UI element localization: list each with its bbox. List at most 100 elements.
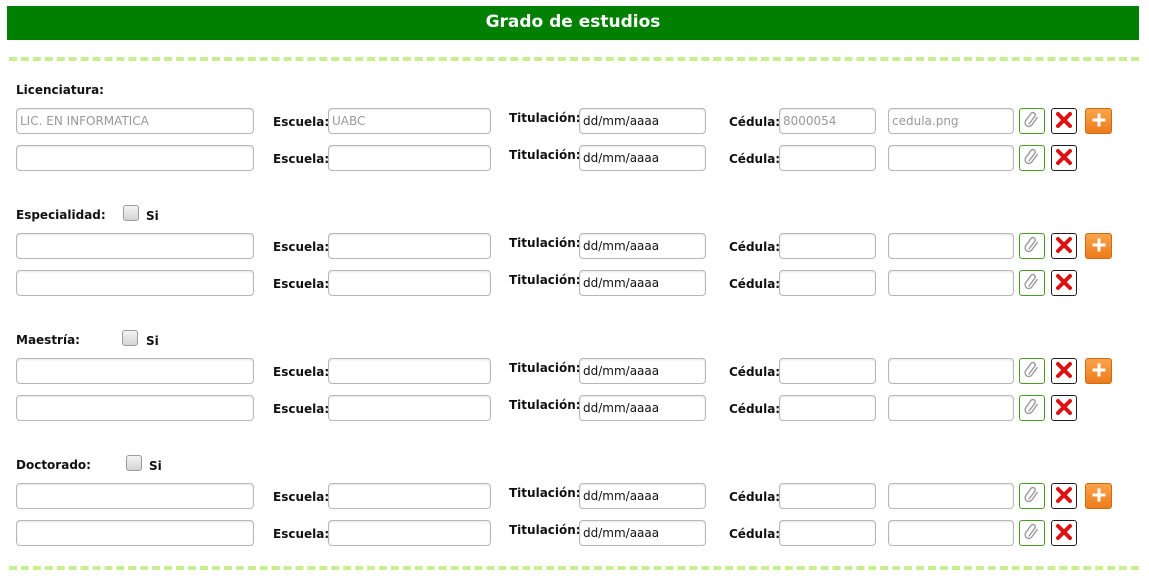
license-file-input[interactable]: cedula.png <box>888 108 1014 134</box>
graduation-date-input[interactable]: dd/mm/aaaa <box>579 233 706 259</box>
close-icon <box>1054 272 1074 295</box>
section-checkbox[interactable] <box>122 330 138 346</box>
license-file-input[interactable] <box>888 233 1014 259</box>
graduation-date-input[interactable]: dd/mm/aaaa <box>579 108 706 134</box>
degree-row: Escuela: Titulación: dd/mm/aaaa Cédula: <box>0 270 1149 300</box>
delete-button[interactable] <box>1051 395 1077 421</box>
school-input[interactable] <box>328 483 491 509</box>
license-number-input[interactable] <box>779 270 876 296</box>
license-number-input[interactable] <box>779 520 876 546</box>
paperclip-icon <box>1022 110 1042 133</box>
attach-button[interactable] <box>1019 395 1045 421</box>
section-checkbox[interactable] <box>123 205 139 221</box>
delete-button[interactable] <box>1051 483 1077 509</box>
close-icon <box>1054 397 1074 420</box>
degree-name-input[interactable]: LIC. EN INFORMATICA <box>16 108 254 134</box>
license-number-input[interactable] <box>779 395 876 421</box>
section-checkbox[interactable] <box>126 455 142 471</box>
plus-icon <box>1091 112 1107 131</box>
license-label: Cédula: <box>729 277 781 291</box>
degree-row: Escuela: Titulación: dd/mm/aaaa Cédula: <box>0 520 1149 550</box>
attach-button[interactable] <box>1019 108 1045 134</box>
license-number-input[interactable] <box>779 358 876 384</box>
degree-name-input[interactable] <box>16 358 254 384</box>
degree-name-input[interactable] <box>16 483 254 509</box>
degree-name-input[interactable] <box>16 520 254 546</box>
paperclip-icon <box>1022 235 1042 258</box>
graduation-label: Titulación: <box>509 273 581 287</box>
graduation-date-input[interactable]: dd/mm/aaaa <box>579 520 706 546</box>
attach-button[interactable] <box>1019 520 1045 546</box>
school-label: Escuela: <box>273 240 330 254</box>
license-file-input[interactable] <box>888 483 1014 509</box>
degree-row: LIC. EN INFORMATICA Escuela: UABC Titulació… <box>0 108 1149 138</box>
school-input[interactable] <box>328 395 491 421</box>
delete-button[interactable] <box>1051 233 1077 259</box>
license-number-input[interactable]: 8000054 <box>779 108 876 134</box>
plus-icon <box>1091 487 1107 506</box>
license-file-input[interactable] <box>888 520 1014 546</box>
paperclip-icon <box>1022 360 1042 383</box>
attach-button[interactable] <box>1019 233 1045 259</box>
attach-button[interactable] <box>1019 483 1045 509</box>
paperclip-icon <box>1022 147 1042 170</box>
graduation-date-input[interactable]: dd/mm/aaaa <box>579 395 706 421</box>
license-file-input[interactable] <box>888 395 1014 421</box>
school-input[interactable] <box>328 520 491 546</box>
school-input[interactable]: UABC <box>328 108 491 134</box>
license-file-input[interactable] <box>888 358 1014 384</box>
paperclip-icon <box>1022 485 1042 508</box>
attach-button[interactable] <box>1019 270 1045 296</box>
delete-button[interactable] <box>1051 145 1077 171</box>
graduation-date-input[interactable]: dd/mm/aaaa <box>579 145 706 171</box>
degree-name-input[interactable] <box>16 395 254 421</box>
paperclip-icon <box>1022 272 1042 295</box>
add-row-button[interactable] <box>1085 483 1112 509</box>
license-label: Cédula: <box>729 152 781 166</box>
degree-name-input[interactable] <box>16 145 254 171</box>
license-number-input[interactable] <box>779 233 876 259</box>
school-input[interactable] <box>328 270 491 296</box>
license-label: Cédula: <box>729 402 781 416</box>
license-file-input[interactable] <box>888 145 1014 171</box>
school-input[interactable] <box>328 233 491 259</box>
license-label: Cédula: <box>729 527 781 541</box>
graduation-label: Titulación: <box>509 361 581 375</box>
school-input[interactable] <box>328 145 491 171</box>
delete-button[interactable] <box>1051 358 1077 384</box>
school-label: Escuela: <box>273 402 330 416</box>
delete-button[interactable] <box>1051 108 1077 134</box>
graduation-label: Titulación: <box>509 486 581 500</box>
graduation-label: Titulación: <box>509 111 581 125</box>
close-icon <box>1054 235 1074 258</box>
close-icon <box>1054 147 1074 170</box>
close-icon <box>1054 360 1074 383</box>
school-input[interactable] <box>328 358 491 384</box>
graduation-date-input[interactable]: dd/mm/aaaa <box>579 358 706 384</box>
divider <box>9 566 1139 570</box>
attach-button[interactable] <box>1019 145 1045 171</box>
section-title: Maestría: <box>16 333 80 347</box>
graduation-date-input[interactable]: dd/mm/aaaa <box>579 483 706 509</box>
add-row-button[interactable] <box>1085 108 1112 134</box>
add-row-button[interactable] <box>1085 358 1112 384</box>
graduation-date-input[interactable]: dd/mm/aaaa <box>579 270 706 296</box>
delete-button[interactable] <box>1051 270 1077 296</box>
school-label: Escuela: <box>273 277 330 291</box>
degree-name-input[interactable] <box>16 270 254 296</box>
delete-button[interactable] <box>1051 520 1077 546</box>
degree-row: Escuela: Titulación: dd/mm/aaaa Cédula: <box>0 145 1149 175</box>
school-label: Escuela: <box>273 115 330 129</box>
degree-name-input[interactable] <box>16 233 254 259</box>
graduation-label: Titulación: <box>509 523 581 537</box>
checkbox-label: Si <box>149 459 162 473</box>
attach-button[interactable] <box>1019 358 1045 384</box>
license-label: Cédula: <box>729 365 781 379</box>
license-number-input[interactable] <box>779 483 876 509</box>
license-number-input[interactable] <box>779 145 876 171</box>
license-file-input[interactable] <box>888 270 1014 296</box>
school-label: Escuela: <box>273 527 330 541</box>
checkbox-label: Si <box>146 209 159 223</box>
add-row-button[interactable] <box>1085 233 1112 259</box>
license-label: Cédula: <box>729 490 781 504</box>
